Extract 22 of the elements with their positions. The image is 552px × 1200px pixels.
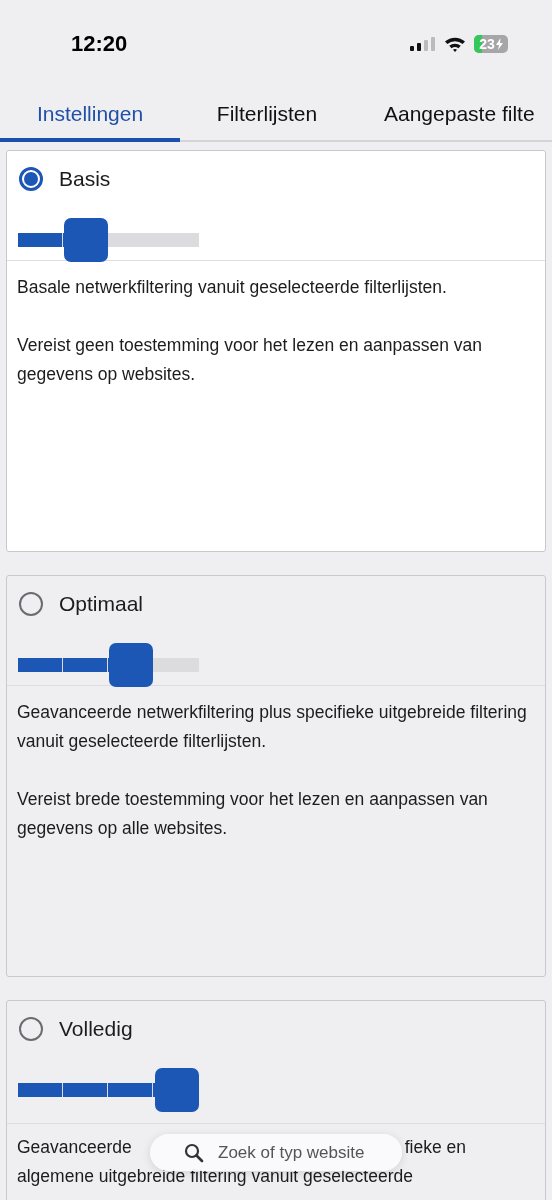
signal-icon xyxy=(410,37,436,51)
clock-time: 12:20 xyxy=(71,31,128,57)
description-text: fieke en xyxy=(404,1138,466,1156)
description-text: Geavanceerde xyxy=(17,1138,132,1156)
slider-thumb[interactable] xyxy=(155,1068,199,1112)
mode-label: Volledig xyxy=(59,1017,133,1041)
mode-label: Optimaal xyxy=(59,592,144,616)
tab[interactable]: Instellingen xyxy=(0,92,180,142)
description-text: Vereist geen toestemming voor het lezen en aanpassen van gegevens op websites. xyxy=(17,334,484,386)
radio-button[interactable] xyxy=(19,592,43,616)
description-text: Geavanceerde netwerkfiltering plus specifieke uitgebreide filtering vanuit geselecteerde filterlijsten. xyxy=(17,701,528,753)
description-text: Vereist brede toestemming voor het lezen en aanpassen van gegevens op alle websites. xyxy=(17,788,489,840)
tab[interactable]: Aangepaste filte xyxy=(354,92,535,142)
radio-button[interactable] xyxy=(19,167,43,191)
bolt-icon xyxy=(495,38,503,50)
mode-label: Basis xyxy=(59,167,111,191)
wifi-icon xyxy=(444,36,466,52)
tab[interactable]: Filterlijsten xyxy=(180,92,354,142)
description-text: Basale netwerkfiltering vanuit geselecteerde filterlijsten. xyxy=(17,276,448,299)
radio-button[interactable] xyxy=(19,1017,43,1041)
slider-thumb[interactable] xyxy=(109,643,154,687)
slider-thumb[interactable] xyxy=(63,218,108,262)
